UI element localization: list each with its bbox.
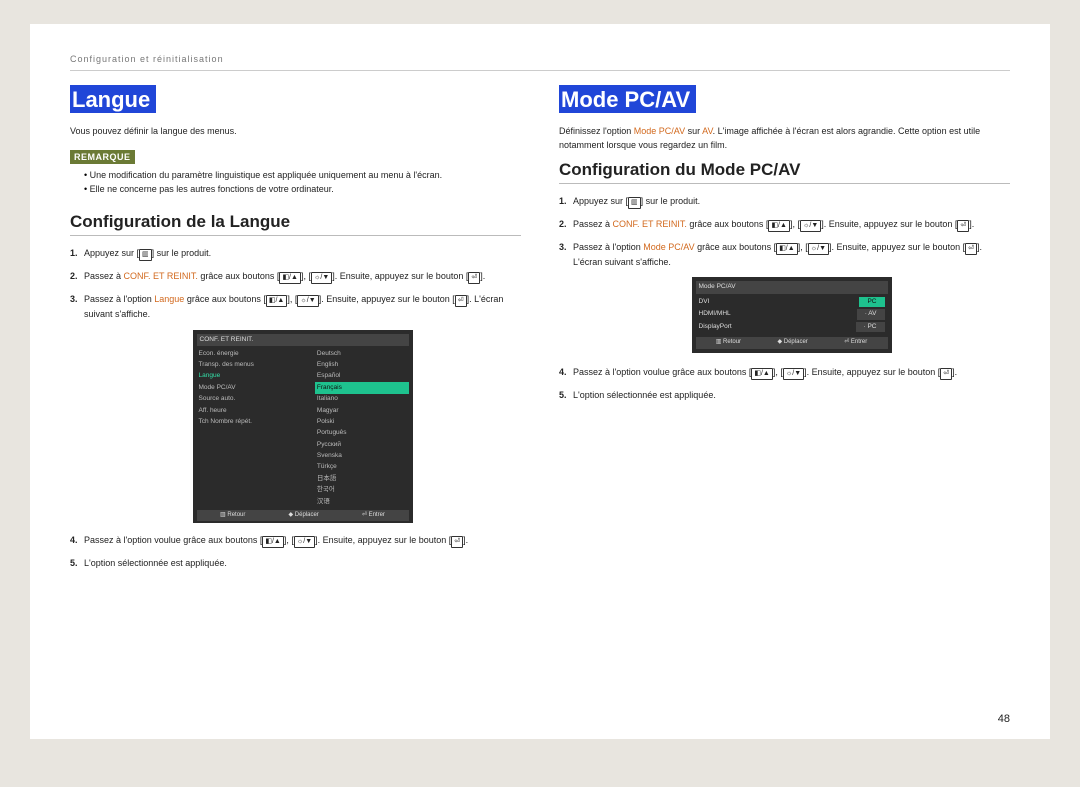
up-icon: ◧/▲ bbox=[262, 536, 284, 548]
osd-right-list: DeutschEnglishEspañolFrançaisItalianoMag… bbox=[313, 348, 409, 507]
right-title: Mode PC/AV bbox=[559, 85, 696, 113]
note-item: Elle ne concerne pas les autres fonction… bbox=[84, 182, 521, 196]
osd-row: Русский bbox=[315, 439, 409, 450]
right-steps: Appuyez sur [▥] sur le produit. Passez à… bbox=[559, 194, 1010, 402]
link-conf: CONF. ET REINIT. bbox=[613, 219, 687, 229]
osd2-row: HDMI/MHL· AV bbox=[696, 308, 888, 320]
osd-row: Tch Nombre répét. bbox=[197, 416, 311, 427]
osd2-body: DVIPCHDMI/MHL· AVDisplayPort· PC bbox=[696, 296, 888, 333]
page: Configuration et réinitialisation Langue… bbox=[30, 24, 1050, 739]
step: L'option sélectionnée est appliquée. bbox=[70, 556, 521, 570]
down-icon: ☼/▼ bbox=[294, 536, 315, 548]
step: L'option sélectionnée est appliquée. bbox=[559, 388, 1010, 402]
osd-row: Deutsch bbox=[315, 348, 409, 359]
step: Passez à CONF. ET REINIT. grâce aux bout… bbox=[70, 269, 521, 284]
osd2-row: DVIPC bbox=[696, 296, 888, 308]
step: Passez à CONF. ET REINIT. grâce aux bout… bbox=[559, 217, 1010, 232]
osd-footer: ▥ Retour◆ Déplacer⏎ Entrer bbox=[197, 510, 409, 522]
osd2-title: Mode PC/AV bbox=[696, 281, 888, 293]
osd-row: Econ. énergie bbox=[197, 348, 311, 359]
osd-row: 日本語 bbox=[315, 473, 409, 484]
menu-icon: ▥ bbox=[139, 249, 152, 261]
osd-langue: CONF. ET REINIT. Econ. énergieTransp. de… bbox=[193, 330, 413, 523]
osd-row: Svenska bbox=[315, 451, 409, 462]
osd-left-list: Econ. énergieTransp. des menusLangueMode… bbox=[197, 348, 313, 507]
step: Appuyez sur [▥] sur le produit. bbox=[70, 246, 521, 261]
up-icon: ◧/▲ bbox=[768, 220, 790, 232]
osd2-footer: ▥ Retour◆ Déplacer⏎ Entrer bbox=[696, 337, 888, 349]
page-number: 48 bbox=[998, 713, 1010, 725]
osd-row: Langue bbox=[197, 371, 311, 382]
step: Appuyez sur [▥] sur le produit. bbox=[559, 194, 1010, 209]
menu-icon: ▥ bbox=[628, 197, 641, 209]
osd-row: Polski bbox=[315, 416, 409, 427]
osd-title: CONF. ET REINIT. bbox=[197, 334, 409, 346]
columns: Langue Vous pouvez définir la langue des… bbox=[70, 85, 1010, 579]
osd-row: Português bbox=[315, 428, 409, 439]
left-steps: Appuyez sur [▥] sur le produit. Passez à… bbox=[70, 246, 521, 570]
osd2-row: DisplayPort· PC bbox=[696, 321, 888, 333]
enter-icon: ⏎ bbox=[940, 368, 952, 380]
step: Passez à l'option Langue grâce aux bouto… bbox=[70, 292, 521, 523]
up-icon: ◧/▲ bbox=[266, 295, 288, 307]
link-modepcav: Mode PC/AV bbox=[643, 242, 694, 252]
note-item: Une modification du paramètre linguistiq… bbox=[84, 168, 521, 182]
enter-icon: ⏎ bbox=[468, 272, 480, 284]
osd-row: Français bbox=[315, 382, 409, 393]
left-title: Langue bbox=[70, 85, 156, 113]
osd-row: Transp. des menus bbox=[197, 359, 311, 370]
note-list: Une modification du paramètre linguistiq… bbox=[70, 168, 521, 197]
osd-row: 한국어 bbox=[315, 485, 409, 496]
left-intro: Vous pouvez définir la langue des menus. bbox=[70, 125, 521, 139]
down-icon: ☼/▼ bbox=[311, 272, 332, 284]
up-icon: ◧/▲ bbox=[751, 368, 773, 380]
down-icon: ☼/▼ bbox=[808, 243, 829, 255]
enter-icon: ⏎ bbox=[957, 220, 969, 232]
osd-row: Italiano bbox=[315, 394, 409, 405]
step: Passez à l'option voulue grâce aux bouto… bbox=[70, 533, 521, 548]
right-section-heading: Configuration du Mode PC/AV bbox=[559, 160, 1010, 184]
left-section-heading: Configuration de la Langue bbox=[70, 212, 521, 236]
up-icon: ◧/▲ bbox=[776, 243, 798, 255]
osd-row: Mode PC/AV bbox=[197, 382, 311, 393]
osd-row: 汉语 bbox=[315, 496, 409, 507]
osd-row: English bbox=[315, 359, 409, 370]
step: Passez à l'option voulue grâce aux bouto… bbox=[559, 365, 1010, 380]
down-icon: ☼/▼ bbox=[800, 220, 821, 232]
note-badge: REMARQUE bbox=[70, 150, 135, 164]
osd-pcav: Mode PC/AV DVIPCHDMI/MHL· AVDisplayPort·… bbox=[692, 277, 892, 352]
step: Passez à l'option Mode PC/AV grâce aux b… bbox=[559, 240, 1010, 353]
down-icon: ☼/▼ bbox=[297, 295, 318, 307]
link-conf: CONF. ET REINIT. bbox=[124, 271, 198, 281]
osd-row: Magyar bbox=[315, 405, 409, 416]
enter-icon: ⏎ bbox=[455, 295, 467, 307]
enter-icon: ⏎ bbox=[965, 243, 977, 255]
left-column: Langue Vous pouvez définir la langue des… bbox=[70, 85, 521, 579]
up-icon: ◧/▲ bbox=[279, 272, 301, 284]
osd-row: Español bbox=[315, 371, 409, 382]
enter-icon: ⏎ bbox=[451, 536, 463, 548]
osd-row: Aff. heure bbox=[197, 405, 311, 416]
breadcrumb: Configuration et réinitialisation bbox=[70, 54, 1010, 71]
right-intro: Définissez l'option Mode PC/AV sur AV. L… bbox=[559, 125, 1010, 152]
down-icon: ☼/▼ bbox=[783, 368, 804, 380]
right-column: Mode PC/AV Définissez l'option Mode PC/A… bbox=[559, 85, 1010, 579]
osd-row: Türkçe bbox=[315, 462, 409, 473]
link-langue: Langue bbox=[154, 294, 184, 304]
osd-row: Source auto. bbox=[197, 394, 311, 405]
